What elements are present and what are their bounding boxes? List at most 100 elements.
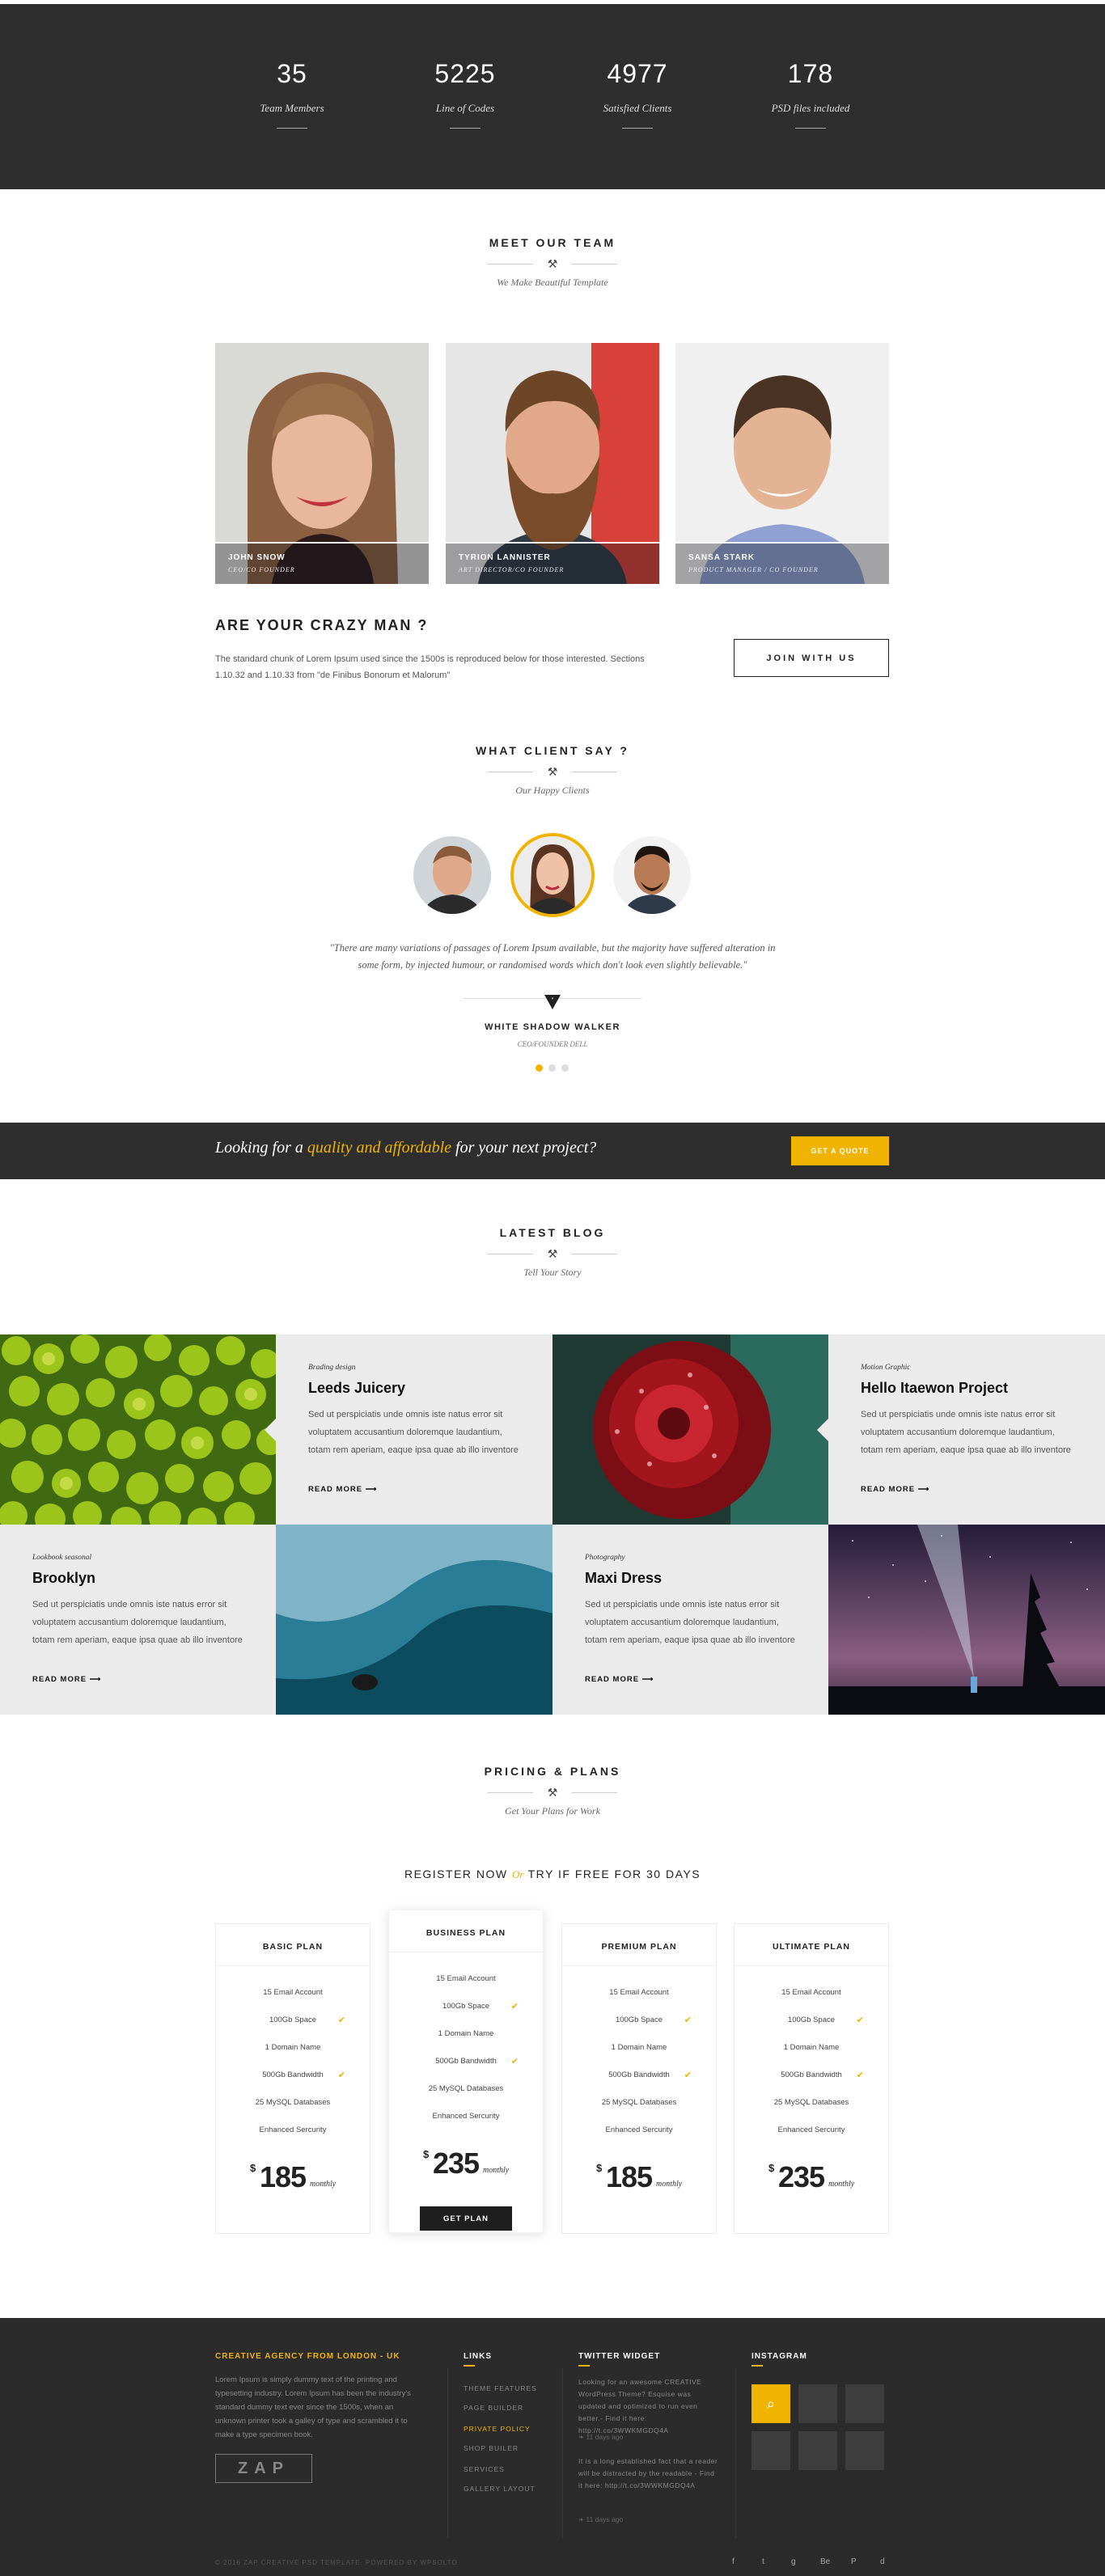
team-member-card[interactable]: TYRION LANNISTER ART DIRECTOR/CO FOUNDER <box>446 343 659 584</box>
client-quote: "There are many variations of passages o… <box>329 942 776 971</box>
stat-satisfied-clients: 4977 Satisfied Clients <box>548 59 726 129</box>
facebook-icon[interactable]: f <box>732 2557 735 2566</box>
pricing-plan-card[interactable]: BASIC PLAN 15 Email Account 100Gb Space ✔… <box>215 1923 370 2234</box>
footer-logo[interactable]: ZAP <box>215 2454 312 2483</box>
read-more-link[interactable]: READ MORE ⟶ <box>308 1485 377 1494</box>
section-title: PRICING & PLANS <box>484 1765 621 1778</box>
banner-highlight: quality and affordable <box>307 1139 452 1157</box>
search-icon[interactable]: ⌕ <box>751 2384 790 2423</box>
behance-icon[interactable]: Be <box>820 2557 830 2566</box>
pricing-plan-card[interactable]: ULTIMATE PLAN 15 Email Account 100Gb Spa… <box>734 1923 889 2234</box>
price-period: monthly <box>310 2180 337 2189</box>
instagram-thumbnail[interactable] <box>798 2384 837 2423</box>
currency: $ <box>596 2162 603 2174</box>
instagram-thumbnail[interactable] <box>798 2431 837 2470</box>
plan-feature-label: 500Gb Bandwidth <box>435 2057 497 2066</box>
plan-feature: 1 Domain Name <box>611 2043 667 2052</box>
plan-feature-label: 500Gb Bandwidth <box>781 2071 842 2079</box>
read-more-label: READ MORE <box>32 1675 87 1684</box>
stat-label: Team Members <box>260 102 324 114</box>
stat-number: 35 <box>277 59 307 88</box>
blog-image-limes[interactable] <box>0 1335 276 1525</box>
check-icon: ✔ <box>510 2002 519 2011</box>
tweet-date: ❧ 11 days ago <box>578 2433 623 2442</box>
footer-link[interactable]: THEME FEATURES <box>464 2384 537 2392</box>
instagram-thumbnail[interactable] <box>845 2384 884 2423</box>
footer-link[interactable]: PAGE BUILDER <box>464 2404 523 2412</box>
twitter-icon[interactable]: t <box>762 2557 764 2566</box>
currency: $ <box>423 2148 430 2160</box>
blog-image-wave[interactable] <box>276 1525 552 1715</box>
join-with-us-button[interactable]: JOIN WITH US <box>734 639 889 677</box>
pricing-plan-card[interactable]: PREMIUM PLAN 15 Email Account 100Gb Spac… <box>561 1923 717 2234</box>
member-caption: SANSA STARK PRODUCT MANAGER / CO FOUNDER <box>675 542 889 584</box>
client-avatar[interactable] <box>610 833 694 917</box>
team-member-card[interactable]: SANSA STARK PRODUCT MANAGER / CO FOUNDER <box>675 343 889 584</box>
instagram-thumbnail[interactable] <box>845 2431 884 2470</box>
divider <box>735 2368 736 2538</box>
plan-price: $235 monthly <box>735 2157 888 2206</box>
member-caption: JOHN SNOW CEO/CO FOUNDER <box>215 542 429 584</box>
pinterest-icon[interactable]: P <box>851 2557 857 2566</box>
pricing-header: PRICING & PLANS ⚒ Get Your Plans for Wor… <box>0 1765 1105 1817</box>
member-caption: TYRION LANNISTER ART DIRECTOR/CO FOUNDER <box>446 542 659 584</box>
carousel-dot-active[interactable] <box>536 1064 543 1072</box>
stat-label: Satisfied Clients <box>603 102 672 114</box>
price-amount: 185 <box>606 2160 653 2193</box>
plan-name: ULTIMATE PLAN <box>735 1924 888 1966</box>
footer-link-active[interactable]: PRIVATE POLICY <box>464 2425 531 2433</box>
currency: $ <box>250 2162 256 2174</box>
stats-band: 35 Team Members 5225 Line of Codes 4977 … <box>0 4 1105 189</box>
plan-feature: 1 Domain Name <box>438 2029 494 2038</box>
read-more-link[interactable]: READ MORE ⟶ <box>585 1675 654 1684</box>
pricing-plan-card-featured[interactable]: BUSINESS PLAN 15 Email Account 100Gb Spa… <box>388 1910 544 2233</box>
blog-category: Motion Graphic <box>861 1364 911 1372</box>
section-divider: ⚒ <box>488 763 617 780</box>
footer-link[interactable]: SHOP BUILER <box>464 2444 519 2452</box>
client-avatar-active[interactable] <box>510 833 595 917</box>
get-plan-button[interactable]: GET PLAN <box>420 2206 512 2231</box>
team-member-card[interactable]: JOHN SNOW CEO/CO FOUNDER <box>215 343 429 584</box>
footer-links-title: LINKS <box>464 2352 492 2361</box>
team-header: MEET OUR TEAM ⚒ We Make Beautiful Templa… <box>0 236 1105 289</box>
price-amount: 235 <box>778 2160 825 2193</box>
card-pointer <box>817 1419 828 1441</box>
check-icon: ✔ <box>337 2016 345 2025</box>
blog-card[interactable]: Motion Graphic Hello Itaewon Project Sed… <box>817 1335 1105 1525</box>
dribbble-icon[interactable]: d <box>880 2557 885 2566</box>
blog-image-night-sky[interactable] <box>828 1525 1105 1715</box>
member-name: SANSA STARK <box>688 553 756 562</box>
client-avatar[interactable] <box>410 833 494 917</box>
tweet-date-label: 11 days ago <box>586 2515 624 2523</box>
blog-excerpt: Sed ut perspiciatis unde omnis iste natu… <box>861 1410 1071 1455</box>
carousel-dot[interactable] <box>548 1064 556 1072</box>
read-more-link[interactable]: READ MORE ⟶ <box>861 1485 929 1494</box>
carousel-dot[interactable] <box>561 1064 569 1072</box>
section-divider: ⚒ <box>488 1246 617 1262</box>
blog-card[interactable]: Lookbook seasonal Brooklyn Sed ut perspi… <box>0 1525 287 1715</box>
plan-feature: 100Gb Space ✔ <box>562 2007 716 2034</box>
blog-card[interactable]: Photography Maxi Dress Sed ut perspiciat… <box>552 1525 840 1715</box>
twitter-icon: ❧ <box>578 2515 585 2523</box>
banner-text: Looking for a quality and affordable for… <box>215 1139 596 1157</box>
cta-text: The standard chunk of Lorem Ipsum used s… <box>215 654 645 680</box>
read-more-link[interactable]: READ MORE ⟶ <box>32 1675 101 1684</box>
instagram-thumbnail[interactable] <box>751 2431 790 2470</box>
price-amount: 185 <box>260 2160 307 2193</box>
copyright: © 2016 ZAP CREATIVE PSD TEMPLATE. POWERE… <box>215 2559 458 2566</box>
footer-link[interactable]: GALLERY LAYOUT <box>464 2485 536 2493</box>
google-plus-icon[interactable]: g <box>791 2557 796 2566</box>
member-name: JOHN SNOW <box>228 553 286 562</box>
plan-feature: 15 Email Account <box>609 1988 669 1997</box>
plan-feature: 100Gb Space ✔ <box>735 2007 888 2034</box>
member-role: ART DIRECTOR/CO FOUNDER <box>459 566 565 573</box>
get-a-quote-button[interactable]: GET A QUOTE <box>791 1136 889 1165</box>
divider <box>795 128 826 129</box>
section-subtitle: Our Happy Clients <box>515 785 590 796</box>
blog-card[interactable]: Brading design Leeds Juicery Sed ut pers… <box>265 1335 552 1525</box>
check-icon: ✔ <box>856 2071 864 2080</box>
tools-icon: ⚒ <box>547 1786 558 1799</box>
price-period: monthly <box>828 2180 855 2189</box>
footer-link[interactable]: SERVICES <box>464 2465 505 2473</box>
blog-image-flower[interactable] <box>552 1335 828 1525</box>
